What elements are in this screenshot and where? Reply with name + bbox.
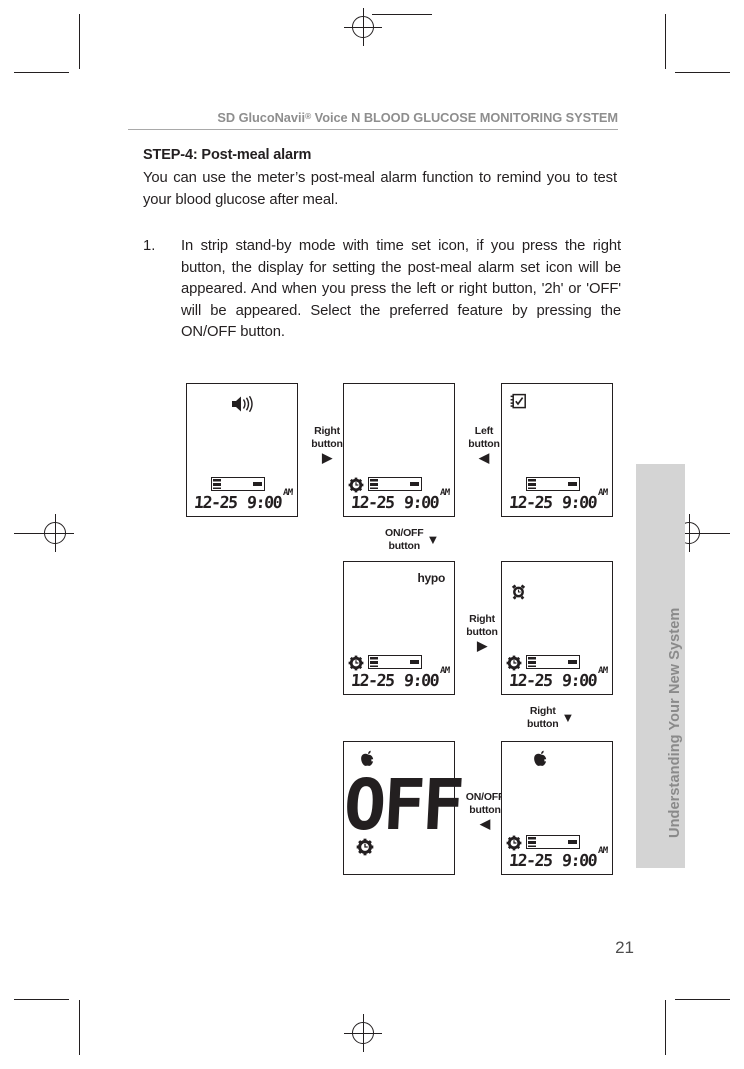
lcd-date: 12-25: [350, 670, 395, 690]
lcd-panel-alarm: AM 12-25 9:00: [501, 561, 613, 695]
lcd-value-off: OFF: [341, 764, 464, 846]
lcd-date: 12-25: [508, 850, 553, 870]
flow-label-line1: Right: [529, 705, 556, 717]
flow-label-line1: Left: [474, 425, 494, 437]
flow-label-line1: ON/OFF: [385, 527, 424, 539]
apple-icon: [532, 750, 548, 768]
crop-mark-bottom-left-horizontal: [14, 999, 69, 1000]
crop-mark-top-left-vertical: [79, 14, 80, 69]
lcd-date: 12-25: [508, 670, 553, 690]
crop-mark-bottom-left-vertical: [79, 1000, 80, 1055]
gear-icon: [356, 838, 374, 856]
lcd-time: 9:00: [246, 492, 282, 512]
memory-check-icon: [510, 393, 527, 410]
section-tab-label: Understanding Your New System: [667, 607, 683, 838]
lcd-time: 9:00: [561, 492, 597, 512]
lcd-panel-off: OFF: [341, 741, 464, 875]
crop-mark-top-left-horizontal: [14, 72, 69, 73]
flow-label-line2: button: [466, 625, 498, 638]
crop-mark-bottom-right-vertical: [665, 1000, 666, 1055]
lcd-date: 12-25: [350, 492, 395, 512]
flow-onoff-button-1: ON/OFF button ▼: [385, 527, 439, 552]
page-number: 21: [615, 938, 634, 957]
header-title-pre: SD GlucoNavii: [217, 110, 305, 125]
lcd-panel-postmeal: AM 12-25 9:00: [501, 741, 613, 875]
flow-label-line2: button: [469, 803, 501, 816]
page-header-title: SD GlucoNavii® Voice N BLOOD GLUCOSE MON…: [128, 110, 618, 125]
arrow-down-icon: ▼: [426, 532, 440, 547]
lcd-panel-timeset: AM 12-25 9:00: [343, 383, 455, 517]
lcd-time: 9:00: [403, 670, 439, 690]
lcd-date: 12-25: [508, 492, 553, 512]
crop-mark-top-horizontal: [372, 14, 432, 15]
registration-mark-left: [36, 514, 74, 552]
list-item: 1. In strip stand-by mode with time set …: [143, 236, 621, 344]
lcd-time: 9:00: [561, 850, 597, 870]
flow-label-line1: ON/OFF: [465, 791, 505, 803]
crop-mark-top-right-horizontal: [675, 72, 730, 73]
flow-label-line1: Right: [314, 425, 340, 437]
header-title-post: Voice N BLOOD GLUCOSE MONITORING SYSTEM: [311, 110, 618, 125]
flow-label-line2: button: [468, 437, 500, 450]
lcd-panel-memory: AM 12-25 9:00: [501, 383, 613, 517]
alarm-clock-icon: [511, 584, 526, 600]
flow-label-line2: button: [388, 539, 421, 552]
list-item-number: 1.: [143, 238, 156, 254]
lcd-time: 9:00: [403, 492, 439, 512]
flow-right-button-3: Right button ▼: [527, 705, 574, 730]
intro-paragraph: You can use the meter’s post-meal alarm …: [143, 170, 617, 208]
lcd-time: 9:00: [561, 670, 597, 690]
lcd-panel-hypo: hypo AM 12-25 9:00: [343, 561, 455, 695]
arrow-down-icon: ▼: [561, 710, 575, 725]
flow-label-line2: button: [311, 437, 343, 450]
flow-label-line1: Right: [469, 613, 495, 625]
registration-mark-top: [344, 8, 382, 46]
hypo-label: hypo: [417, 571, 446, 585]
lcd-date: 12-25: [193, 492, 238, 512]
flow-label-block: ON/OFF button: [385, 527, 424, 552]
flow-label-line2: button: [527, 717, 559, 730]
section-tab: Understanding Your New System: [636, 464, 685, 868]
speaker-icon: [231, 395, 253, 413]
page-header: SD GlucoNavii® Voice N BLOOD GLUCOSE MON…: [128, 110, 618, 130]
step-title: STEP-4: Post-meal alarm: [143, 147, 312, 163]
crop-mark-bottom-right-horizontal: [675, 999, 730, 1000]
registration-mark-bottom: [344, 1014, 382, 1052]
crop-mark-top-right-vertical: [665, 14, 666, 69]
lcd-panel-standby-speaker: AM 12-25 9:00: [186, 383, 298, 517]
list-item-text: In strip stand-by mode with time set ico…: [181, 238, 621, 340]
flow-label-block: Right button: [527, 705, 559, 730]
